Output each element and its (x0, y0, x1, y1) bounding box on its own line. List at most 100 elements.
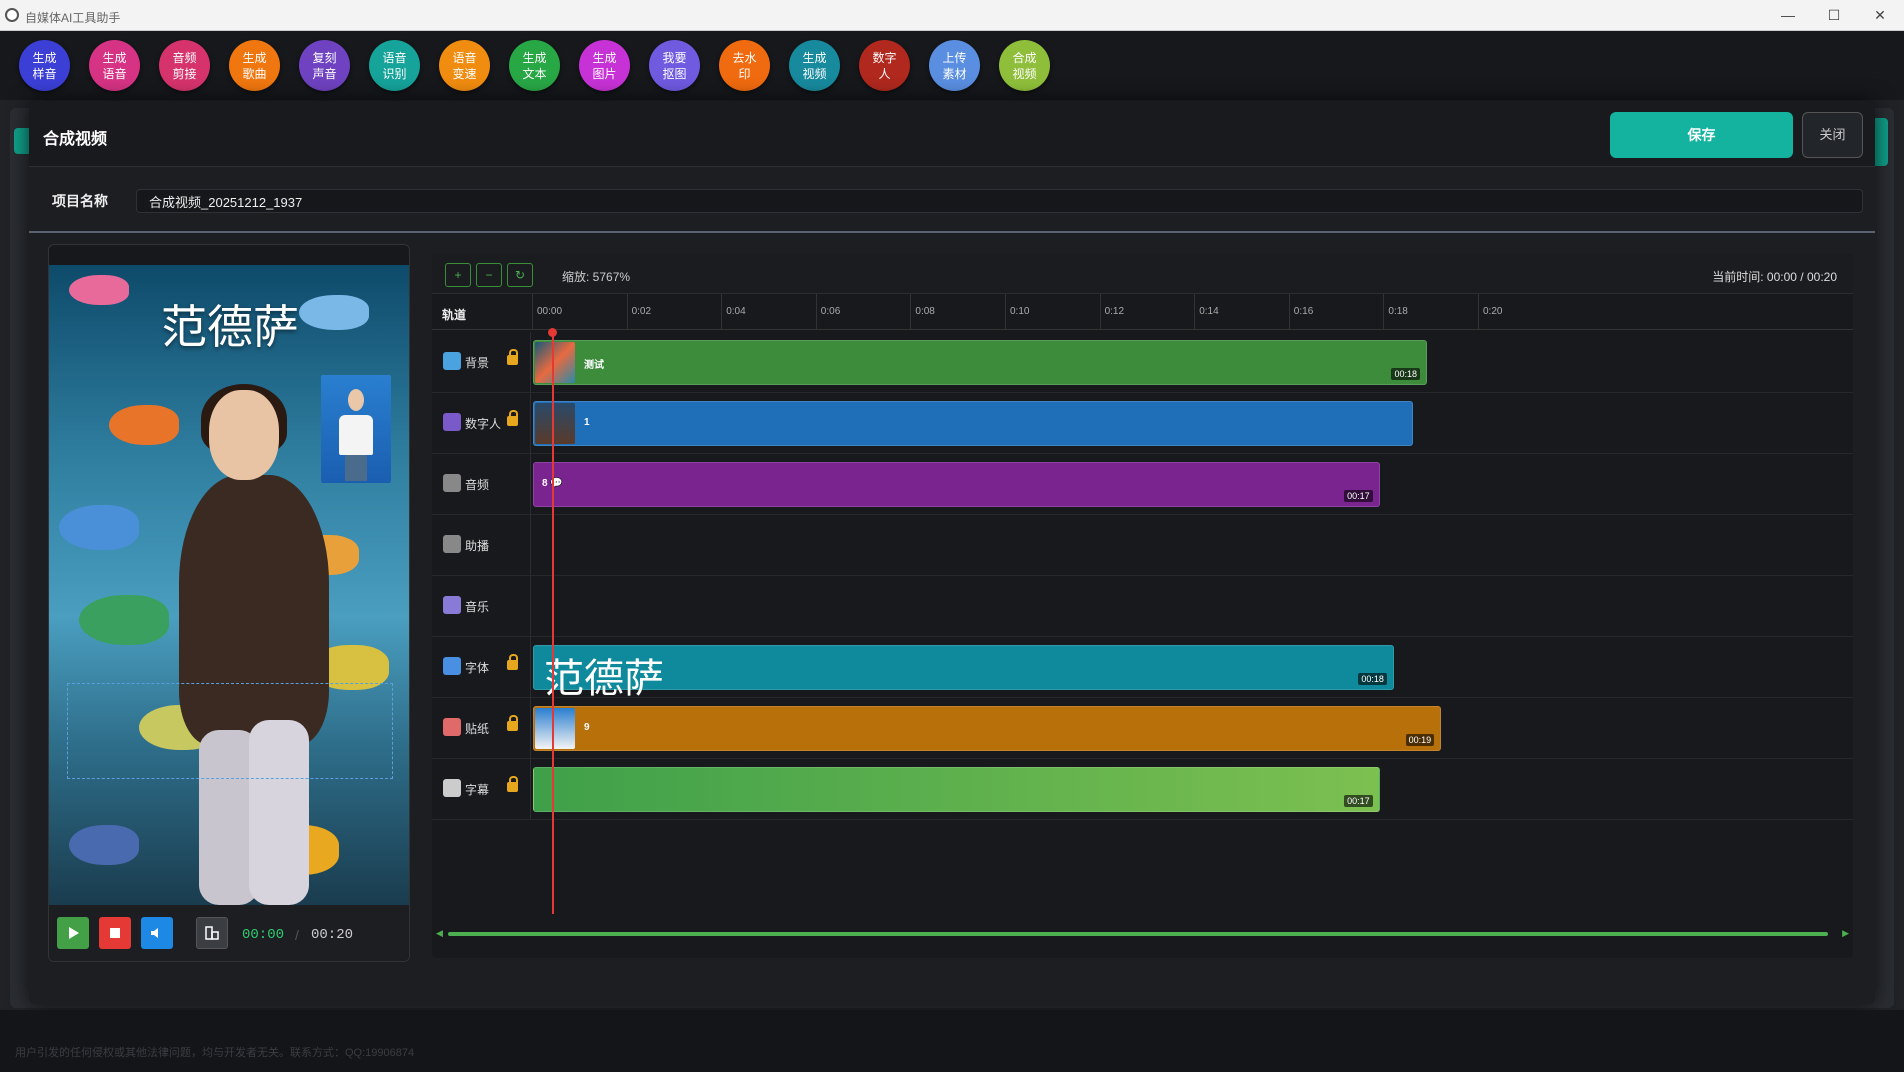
ruler-tick: 0:02 (626, 294, 651, 330)
app-icon (5, 8, 19, 22)
volume-icon (151, 928, 158, 938)
footer-disclaimer: 用户引发的任何侵权或其他法律问题，均与开发者无关。联系方式：QQ:1990687… (15, 1047, 415, 1059)
fish-decoration (109, 405, 179, 445)
generate-song-button[interactable]: 生成 歌曲 (229, 40, 280, 91)
mic-icon (443, 474, 461, 492)
zoom-in-button[interactable]: + (445, 263, 471, 287)
stop-button[interactable] (99, 917, 131, 949)
dialog-header: 合成视频 保存 关闭 (29, 101, 1875, 167)
ruler-tick: 0:12 (1099, 294, 1124, 330)
lock-icon[interactable] (507, 410, 518, 426)
digital-human-button[interactable]: 数字 人 (859, 40, 910, 91)
play-icon (69, 927, 79, 939)
generate-image-button[interactable]: 生成 图片 (579, 40, 630, 91)
track-name: 音乐 (465, 600, 490, 614)
track-name: 字体 (465, 661, 490, 675)
palette-icon (443, 718, 461, 736)
microphone-icon (443, 535, 461, 553)
volume-button[interactable] (141, 917, 173, 949)
sticker-overlay[interactable] (321, 375, 391, 483)
timeline-clip[interactable]: 00:17 (533, 767, 1380, 812)
timeline-clip[interactable]: 测试 00:18 (533, 340, 1427, 385)
clip-thumbnail (535, 403, 575, 444)
subtitle-bounding-box[interactable] (67, 683, 393, 779)
ruler-tick: 0:08 (910, 294, 935, 330)
generate-video-button[interactable]: 生成 视频 (789, 40, 840, 91)
lock-icon[interactable] (507, 349, 518, 365)
track-header: 助播 (432, 515, 531, 576)
sticker-head (348, 389, 364, 411)
ruler-tick: 0:04 (721, 294, 746, 330)
audio-edit-button[interactable]: 音频 剪接 (159, 40, 210, 91)
scroll-right-icon[interactable]: ▶ (1842, 928, 1849, 939)
track-header: 音乐 (432, 576, 531, 637)
fish-decoration (79, 595, 169, 645)
generate-text-button[interactable]: 生成 文本 (509, 40, 560, 91)
clone-voice-button[interactable]: 复刻 声音 (299, 40, 350, 91)
track-name: 助播 (465, 539, 490, 553)
scrollbar-thumb[interactable] (448, 932, 1828, 936)
clip-thumbnail (535, 342, 575, 383)
timeline-clip[interactable]: 范德萨 00:18 (533, 645, 1394, 702)
window-titlebar: 自媒体AI工具助手 — ☐ ✕ (0, 0, 1904, 31)
timeline-clip[interactable]: 9 00:19 (533, 706, 1442, 751)
sticker-legs (345, 455, 367, 481)
track-row: 数字人 1 (432, 393, 1853, 454)
playback-controls: 00:00 / 00:20 (49, 905, 409, 961)
lock-icon[interactable] (507, 715, 518, 731)
timeline-panel: + − ↻ 缩放: 5767% 当前时间: 00:00 / 00:20 轨道 0… (432, 254, 1853, 958)
track-name: 音频 (465, 478, 490, 492)
remove-watermark-button[interactable]: 去水 印 (719, 40, 770, 91)
playhead[interactable] (552, 332, 554, 914)
close-button[interactable]: 关闭 (1802, 112, 1863, 158)
compose-video-button[interactable]: 合成 视频 (999, 40, 1050, 91)
window-title: 自媒体AI工具助手 (25, 11, 121, 25)
track-header: 背景 (432, 332, 531, 393)
timeline-current-time: 当前时间: 00:00 / 00:20 (1712, 270, 1837, 284)
clip-thumbnail (535, 708, 575, 749)
speech-recognition-button[interactable]: 语音 识别 (369, 40, 420, 91)
playhead-handle[interactable] (548, 328, 557, 337)
track-header: 数字人 (432, 393, 531, 454)
save-button[interactable]: 保存 (1610, 112, 1793, 158)
timeline-clip[interactable]: 8 💬 00:17 (533, 462, 1380, 507)
ruler-tick: 00:00 (532, 294, 562, 330)
layout-toggle-button[interactable] (196, 917, 228, 949)
upload-material-button[interactable]: 上传 素材 (929, 40, 980, 91)
track-column-header: 轨道 (442, 308, 467, 322)
window-close-button[interactable]: ✕ (1857, 3, 1903, 27)
track-row: 字幕 00:17 (432, 759, 1853, 820)
scroll-left-icon[interactable]: ◀ (436, 928, 443, 939)
clip-duration: 00:17 (1344, 795, 1373, 807)
ruler-tick: 0:16 (1288, 294, 1313, 330)
total-time: 00:20 (311, 927, 354, 943)
divider (29, 231, 1875, 233)
play-button[interactable] (57, 917, 89, 949)
clip-label: 范德萨 (544, 656, 664, 702)
ruler-tick: 0:14 (1194, 294, 1219, 330)
video-title-overlay[interactable]: 范德萨 (49, 291, 409, 357)
video-canvas[interactable]: 范德萨 (49, 265, 409, 905)
generate-voice-button[interactable]: 生成 语音 (89, 40, 140, 91)
generate-sample-voice-button[interactable]: 生成 样音 (19, 40, 70, 91)
lock-icon[interactable] (507, 776, 518, 792)
time-ruler[interactable]: 轨道 00:00 0:02 0:04 0:06 0:08 0:10 0:12 0:14 0:16… (432, 294, 1853, 330)
layout-icon (205, 926, 219, 940)
cutout-button[interactable]: 我要 抠图 (649, 40, 700, 91)
project-name-input[interactable] (136, 189, 1863, 213)
zoom-out-button[interactable]: − (476, 263, 502, 287)
digital-human-overlay[interactable] (179, 384, 329, 905)
lock-icon[interactable] (507, 654, 518, 670)
clip-duration: 00:18 (1391, 368, 1420, 380)
zoom-level-label: 缩放: 5767% (562, 270, 631, 284)
timeline-clip[interactable]: 1 (533, 401, 1413, 446)
clip-duration: 00:18 (1358, 673, 1387, 685)
speech-speed-button[interactable]: 语音 变速 (439, 40, 490, 91)
maximize-button[interactable]: ☐ (1811, 3, 1857, 27)
footer: 用户引发的任何侵权或其他法律问题，均与开发者无关。联系方式：QQ:1990687… (0, 1010, 1904, 1072)
zoom-reset-button[interactable]: ↻ (507, 263, 533, 287)
horizontal-scrollbar[interactable]: ◀ ▶ (436, 928, 1849, 939)
track-name: 字幕 (465, 783, 490, 797)
minimize-button[interactable]: — (1765, 3, 1811, 27)
timeline-toolbar: + − ↻ 缩放: 5767% 当前时间: 00:00 / 00:20 (432, 254, 1853, 294)
